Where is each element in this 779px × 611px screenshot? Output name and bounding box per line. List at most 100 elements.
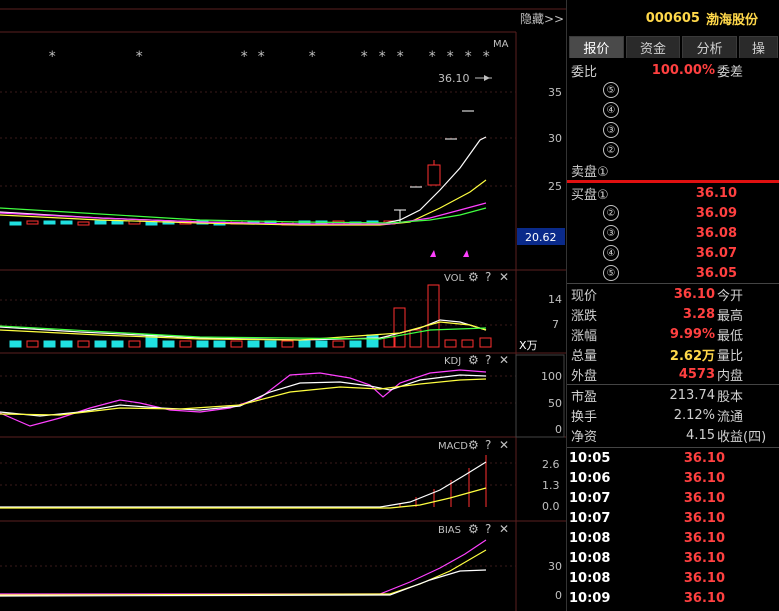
volume-bar (162, 340, 175, 348)
tick-time: 10:07 (569, 510, 611, 526)
tick-time: 10:08 (569, 570, 611, 586)
sell-order-row[interactable]: 卖盘① (567, 160, 779, 180)
quote-label-2: 今开 (717, 288, 744, 304)
bias-controls[interactable]: ⚙? ✕ (468, 522, 509, 536)
volume-bar (196, 340, 209, 348)
buy-order-row[interactable]: ② 36.09 (567, 203, 779, 223)
volume-bar (9, 340, 22, 348)
tab-quote[interactable]: 报价 (569, 36, 624, 58)
tab-funds[interactable]: 资金 (625, 36, 681, 58)
volume-bar (315, 340, 328, 348)
sell-order-row[interactable]: ③ (567, 120, 779, 140)
volume-bar (94, 340, 107, 348)
buy-price: 36.10 (695, 185, 737, 201)
volume-bar (128, 340, 141, 348)
quote-label-2: 最高 (717, 308, 744, 324)
kdj-tick-0: 0 (555, 423, 562, 436)
sell-order-row[interactable]: ④ (567, 100, 779, 120)
buy-order-row[interactable]: ③ 36.08 (567, 223, 779, 243)
buy-order-row[interactable]: ④ 36.07 (567, 243, 779, 263)
info-label-2: 收益(四) (717, 429, 767, 445)
bias-tick-30: 30 (548, 560, 562, 573)
vol-label: VOL (444, 273, 465, 284)
volume-bar (77, 340, 90, 348)
volume-bar (26, 340, 39, 348)
stock-code: 000605 (645, 10, 700, 26)
tick-time: 10:05 (569, 450, 611, 466)
tick-row: 10:08 36.10 (567, 528, 779, 548)
candle (60, 220, 73, 225)
macd-tick-2.6: 2.6 (542, 458, 560, 471)
volume-bar (111, 340, 124, 348)
tick-price: 36.10 (683, 470, 725, 486)
tick-row: 10:06 36.10 (567, 468, 779, 488)
price-label: 36.10 (438, 72, 470, 85)
svg-text:?: ? (485, 270, 491, 284)
tick-list[interactable]: 10:05 36.10 10:06 36.10 10:07 36.10 10:07 36.10… (567, 448, 779, 608)
svg-text:✕: ✕ (499, 270, 509, 284)
tab-operate[interactable]: 操 (738, 36, 779, 58)
tick-time: 10:06 (569, 470, 611, 486)
sell-order-row[interactable]: ② (567, 140, 779, 160)
quote-label: 总量 (571, 348, 598, 364)
tick-row: 10:08 36.10 (567, 548, 779, 568)
tick-price: 36.10 (683, 510, 725, 526)
candle (111, 220, 124, 225)
tick-row: 10:08 36.10 (567, 568, 779, 588)
sell-level-label: ④ (603, 102, 619, 118)
bias-label: BIAS (438, 525, 461, 536)
volume-bar (247, 340, 260, 348)
sell-level-label: ② (603, 142, 619, 158)
info-label-2: 流通 (717, 409, 744, 425)
kdj-controls[interactable]: ⚙? ✕ (468, 353, 509, 367)
kline-chart[interactable]: * * * * * * * * * * * * MA 36.10 35 30 25 20.62 (0, 0, 566, 611)
svg-text:?: ? (485, 522, 491, 536)
chart-area[interactable]: * * * * * * * * * * * * MA 36.10 35 30 25 20.62 (0, 0, 566, 611)
volume-bar (366, 334, 379, 348)
macd-controls[interactable]: ⚙? ✕ (468, 438, 509, 452)
quote-label: 涨幅 (571, 328, 598, 344)
tick-price: 36.10 (683, 530, 725, 546)
candle (26, 220, 39, 225)
tick-row: 10:07 36.10 (567, 488, 779, 508)
hide-panel-button[interactable]: 隐藏>> (520, 10, 564, 27)
vol-ma-lines (0, 319, 487, 341)
vol-controls[interactable]: ⚙? ✕ (468, 270, 509, 284)
svg-text:?: ? (485, 353, 491, 367)
volume-bar (281, 340, 294, 348)
tick-price: 36.10 (683, 550, 725, 566)
info-label-2: 股本 (717, 389, 744, 405)
sell-order-row[interactable]: ⑤ (567, 80, 779, 100)
kdj-tick-100: 100 (541, 370, 562, 383)
buy-order-row[interactable]: 买盘① 36.10 (567, 183, 779, 203)
quote-value: 4573 (678, 366, 715, 382)
svg-text:*: * (378, 49, 386, 65)
candle (145, 221, 158, 226)
info-label: 换手 (571, 409, 598, 425)
sell-level-label: ③ (603, 122, 619, 138)
quote-label-2: 最低 (717, 328, 744, 344)
buy-level-label: ④ (603, 245, 619, 261)
volume-bar (213, 340, 226, 348)
volume-bar (264, 340, 277, 348)
vol-tick-14: 14 (548, 293, 562, 306)
svg-text:⚙: ⚙ (468, 270, 479, 284)
quote-row: 总量 2.62万 量比 (567, 344, 779, 364)
volume-bar (479, 337, 492, 348)
svg-text:*: * (240, 49, 248, 65)
volume-bar (43, 340, 56, 348)
svg-text:*: * (428, 49, 436, 65)
macd-lines (0, 461, 487, 509)
svg-text:*: * (257, 49, 265, 65)
svg-text:*: * (135, 49, 143, 65)
kdj-label: KDJ (444, 356, 461, 367)
svg-text:⚙: ⚙ (468, 522, 479, 536)
sell-orders: ⑤ ④ ③ ② 卖盘① (567, 80, 779, 180)
buy-order-row[interactable]: ⑤ 36.05 (567, 263, 779, 283)
tick-price: 36.10 (683, 450, 725, 466)
recent-candles (394, 110, 474, 222)
tick-time: 10:08 (569, 550, 611, 566)
svg-text:*: * (446, 49, 454, 65)
quote-label: 外盘 (571, 368, 598, 384)
tab-analysis[interactable]: 分析 (682, 36, 737, 58)
